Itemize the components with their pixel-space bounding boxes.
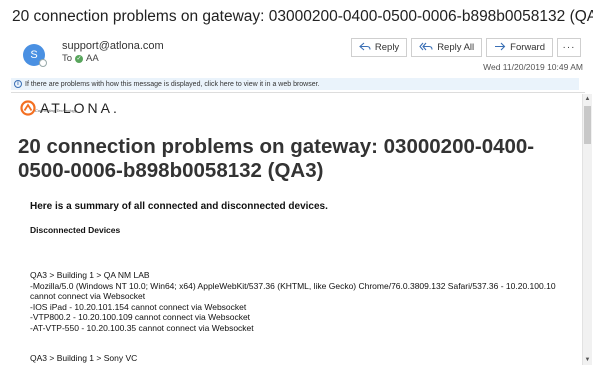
reply-arrow-icon	[359, 42, 371, 54]
device-line: -Mozilla/5.0 (Windows NT 10.0; Win64; x6…	[30, 280, 556, 302]
avatar-initial: S	[30, 49, 38, 61]
info-circle-icon: i	[14, 80, 22, 88]
message-subject: 20 connection problems on gateway: 03000…	[12, 8, 593, 25]
scroll-up-arrow-icon[interactable]: ▲	[583, 94, 592, 104]
info-bar-text: If there are problems with how this mess…	[25, 80, 320, 88]
device-group-qa-nm-lab: QA3 > Building 1 > QA NM LAB -Mozilla/5.…	[30, 270, 570, 333]
group-path: QA3 > Building 1 > QA NM LAB	[30, 270, 150, 280]
recipient-line: To ✓ AA	[62, 53, 99, 64]
vertical-scrollbar[interactable]: ▲ ▼	[582, 94, 592, 365]
recipient-name[interactable]: AA	[86, 53, 99, 64]
header-divider	[11, 92, 585, 93]
message-body: ATLONA. Connecting Technology 20 connect…	[11, 94, 579, 365]
device-line: -AT-VTP-550 - 10.20.100.35 cannot connec…	[30, 322, 254, 333]
more-actions-button[interactable]: ···	[557, 38, 581, 57]
device-line: -VTP800.2 - 10.20.100.109 cannot connect…	[30, 312, 251, 322]
forward-arrow-icon	[494, 42, 506, 54]
atlona-logo-mark-icon	[20, 100, 36, 116]
reply-label: Reply	[374, 42, 400, 53]
email-title: 20 connection problems on gateway: 03000…	[18, 135, 535, 182]
forward-label: Forward	[510, 42, 545, 53]
group-path: QA3 > Building 1 > Sony VC	[30, 353, 138, 363]
message-actions: Reply Reply All Forward ···	[350, 38, 581, 57]
reply-button[interactable]: Reply	[350, 38, 408, 57]
device-line: -IOS iPad - 10.20.101.154 cannot connect…	[30, 301, 247, 312]
to-label: To	[62, 53, 73, 64]
info-bar[interactable]: i If there are problems with how this me…	[11, 78, 579, 90]
forward-button[interactable]: Forward	[486, 38, 553, 57]
device-group-sony-vc: QA3 > Building 1 > Sony VC	[30, 353, 570, 364]
sender-address[interactable]: support@atlona.com	[62, 40, 164, 52]
reply-all-button[interactable]: Reply All	[411, 38, 483, 57]
reply-all-arrow-icon	[419, 42, 433, 54]
presence-status-icon	[39, 59, 47, 67]
reply-all-label: Reply All	[437, 42, 475, 53]
disconnected-devices-heading: Disconnected Devices	[30, 225, 121, 235]
scroll-thumb[interactable]	[584, 106, 591, 144]
logo-tagline: Connecting Technology	[35, 108, 77, 113]
recipient-check-icon: ✓	[75, 54, 84, 63]
message-date: Wed 11/20/2019 10:49 AM	[483, 62, 583, 72]
scroll-down-arrow-icon[interactable]: ▼	[583, 355, 592, 365]
summary-text: Here is a summary of all connected and d…	[30, 201, 328, 212]
